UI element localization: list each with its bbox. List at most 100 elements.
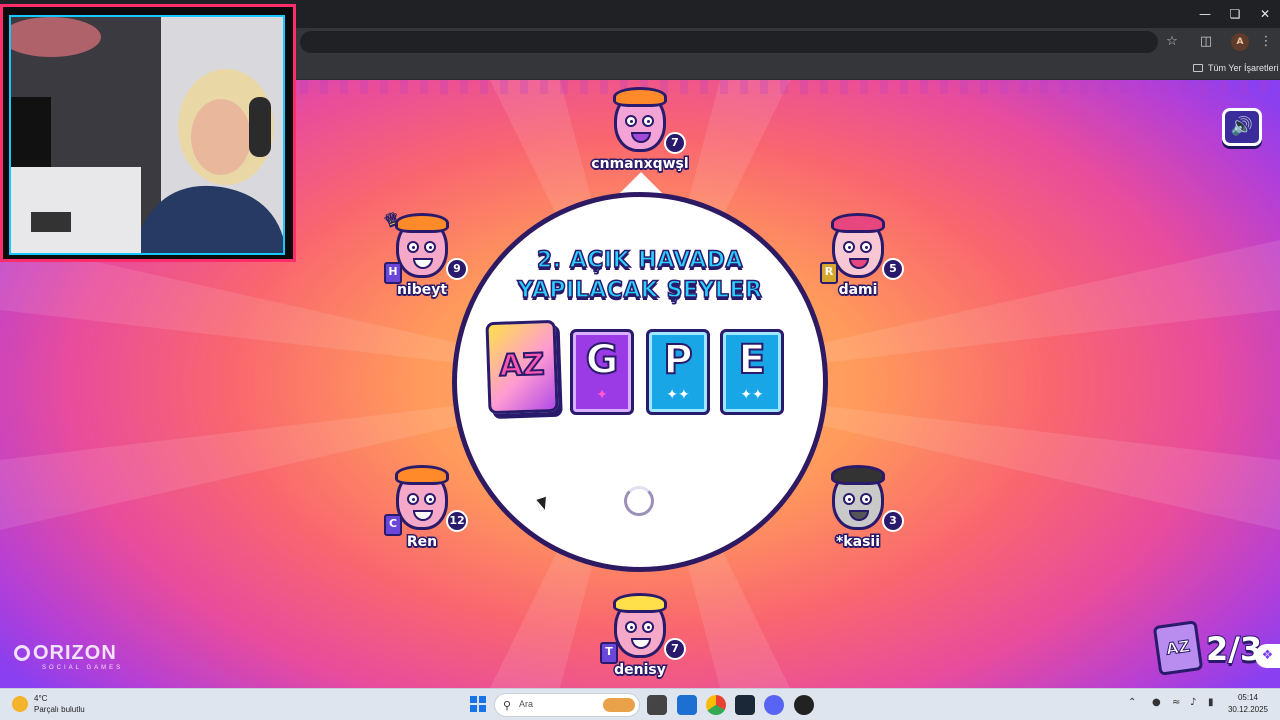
obs-icon[interactable] — [794, 695, 814, 715]
letter-card-p[interactable]: P ✦✦ — [646, 329, 710, 415]
player-score: 9 — [446, 258, 468, 280]
player-name: *kasii — [834, 533, 881, 552]
letter-tile: C — [384, 514, 402, 536]
folder-icon — [1193, 64, 1203, 72]
weather-widget[interactable]: 4°C Parçalı bulutlu — [12, 693, 132, 717]
avatar-mouth — [631, 132, 651, 143]
menu-icon[interactable]: ⋮ — [1255, 32, 1277, 52]
palette-icon: ❖ — [1261, 648, 1274, 663]
windows-taskbar: 4°C Parçalı bulutlu ⚲ Ara ⌃ ● ≈ ♪ ▮ 05:1… — [0, 688, 1280, 720]
restore-icon[interactable]: ❏ — [1220, 4, 1250, 24]
sound-toggle-button[interactable]: 🔊 — [1222, 108, 1262, 146]
shuffle-card[interactable]: AZ — [485, 319, 559, 415]
side-panel-button[interactable]: ❖ — [1255, 644, 1280, 668]
steam-icon[interactable] — [735, 695, 755, 715]
player-upper-left: ♛ H 9 nibeyt — [372, 207, 472, 308]
webcam-overlay — [0, 4, 296, 262]
letter-tile: R — [820, 262, 838, 284]
minimize-icon[interactable]: — — [1190, 4, 1220, 24]
close-icon[interactable]: ✕ — [1250, 4, 1280, 24]
extensions-icon[interactable]: ◫ — [1195, 32, 1217, 52]
profile-avatar[interactable]: A — [1231, 33, 1249, 51]
player-name: nibeyt — [395, 281, 448, 300]
avatar-mouth — [413, 258, 433, 269]
letter-card-e[interactable]: E ✦✦ — [720, 329, 784, 415]
letter-card-g[interactable]: G ✦ — [570, 329, 634, 415]
logo-subtitle: SOCIAL GAMES — [42, 665, 124, 671]
loading-spinner — [624, 486, 654, 516]
brand-logo: ORIZON SOCIAL GAMES — [14, 642, 123, 671]
avatar-eyes — [407, 493, 437, 505]
player-score: 7 — [664, 132, 686, 154]
all-bookmarks-label: Tüm Yer İşaretleri — [1208, 63, 1279, 73]
chrome-icon[interactable] — [706, 695, 726, 715]
all-bookmarks-button[interactable]: Tüm Yer İşaretleri — [1193, 60, 1279, 76]
player-avatar — [395, 213, 449, 278]
player-avatar — [831, 465, 885, 530]
letter-tile: T — [600, 642, 618, 664]
round-icon: AZ — [1152, 620, 1204, 676]
player-avatar — [831, 213, 885, 278]
prompt-line-2: YAPILACAK ŞEYLER — [517, 277, 763, 304]
avatar-mouth — [631, 638, 651, 649]
letter-card-p-label: P — [662, 336, 693, 384]
avatar-hair — [613, 593, 667, 613]
clock-time: 05:14 — [1237, 693, 1259, 702]
player-score: 12 — [446, 510, 468, 532]
letter-tile: H — [384, 262, 402, 284]
chevron-up-icon[interactable]: ⌃ — [1128, 697, 1136, 708]
webcam-feed — [9, 15, 285, 255]
letter-card-g-stars: ✦ — [596, 387, 608, 403]
clock-date: 30.12.2025 — [1227, 705, 1269, 714]
bookmark-star-icon[interactable]: ☆ — [1161, 32, 1183, 52]
player-avatar — [613, 87, 667, 152]
letter-card-e-label: E — [737, 336, 766, 384]
avatar-hair — [395, 465, 449, 485]
discord-icon[interactable] — [764, 695, 784, 715]
search-icon: ⚲ — [503, 699, 512, 712]
search-highlight-icon — [603, 698, 635, 712]
player-lower-left: C 12 Ren — [372, 465, 472, 560]
player-avatar — [613, 593, 667, 658]
letter-card-g-label: G — [585, 336, 620, 384]
shuffle-card-label: AZ — [498, 346, 546, 385]
category-prompt: 2. AÇIK HAVADA YAPILACAK ŞEYLER — [510, 246, 770, 306]
player-name: denisy — [613, 661, 668, 680]
start-button[interactable] — [470, 696, 486, 712]
webcam-image — [11, 17, 283, 253]
prompt-line-1: 2. AÇIK HAVADA — [536, 247, 744, 274]
weather-icon — [12, 696, 28, 712]
battery-icon[interactable]: ▮ — [1208, 697, 1214, 708]
volume-icon[interactable]: ♪ — [1190, 697, 1196, 708]
avatar-hair — [831, 465, 885, 485]
taskbar-search[interactable]: ⚲ Ara — [494, 693, 640, 717]
player-top: 7 cnmanxqwşl — [590, 87, 690, 182]
avatar-eyes — [625, 621, 655, 633]
player-name: Ren — [405, 533, 438, 552]
avatar-hair — [613, 87, 667, 107]
logo-ring-icon — [14, 645, 30, 661]
microphone-icon[interactable]: ● — [1152, 697, 1161, 708]
player-lower-right: 3 *kasii — [808, 465, 908, 560]
player-avatar — [395, 465, 449, 530]
search-placeholder: Ara — [519, 699, 534, 709]
player-bottom: T 7 denisy — [590, 593, 690, 688]
wifi-icon[interactable]: ≈ — [1172, 697, 1180, 708]
player-upper-right: R 5 dami — [808, 213, 908, 308]
player-name: dami — [837, 281, 879, 300]
taskbar-clock[interactable]: 05:14 30.12.2025 — [1224, 692, 1272, 716]
avatar-eyes — [407, 241, 437, 253]
avatar-eyes — [843, 241, 873, 253]
speaker-icon: 🔊 — [1230, 116, 1254, 137]
letter-card-e-stars: ✦✦ — [740, 387, 764, 403]
letter-card-p-stars: ✦✦ — [666, 387, 690, 403]
weather-temperature: 4°C — [34, 694, 48, 703]
avatar-eyes — [625, 115, 655, 127]
avatar-eyes — [843, 493, 873, 505]
task-view-icon[interactable] — [647, 695, 667, 715]
avatar-mouth — [849, 258, 869, 269]
store-icon[interactable] — [677, 695, 697, 715]
player-name: cnmanxqwşl — [590, 155, 690, 174]
address-bar[interactable] — [300, 31, 1158, 53]
avatar-hair — [395, 213, 449, 233]
